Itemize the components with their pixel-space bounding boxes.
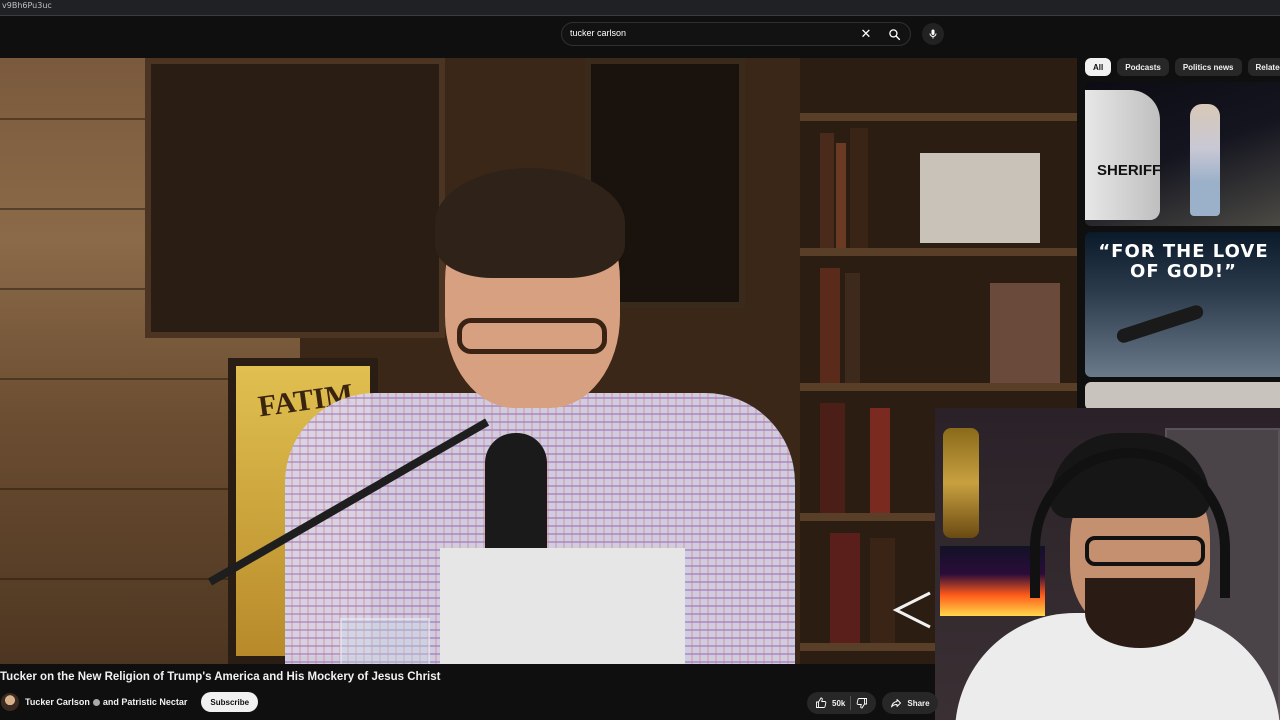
search-icon	[888, 28, 900, 40]
recommendation-thumbnail[interactable]	[1085, 382, 1280, 410]
microphone-icon	[929, 29, 937, 39]
thumbnail-text: “FOR THE LOVE OF GOD!”	[1098, 241, 1269, 282]
share-label: Share	[907, 698, 930, 708]
video-title: Tucker on the New Religion of Trump's Am…	[0, 671, 441, 683]
dislike-button[interactable]	[856, 697, 868, 709]
paper	[440, 548, 685, 664]
thumbnail-text: SHERIFF	[1097, 162, 1162, 179]
search-button[interactable]	[884, 26, 904, 42]
shelf	[800, 383, 1077, 391]
chevron-left-icon	[892, 591, 931, 629]
video-player[interactable]: FATIM	[0, 58, 1077, 664]
chip-related[interactable]: Related	[1247, 58, 1280, 76]
verified-icon	[92, 699, 100, 707]
chip-politics-news[interactable]: Politics news	[1174, 58, 1242, 76]
voice-search-button[interactable]	[922, 23, 944, 45]
avatar[interactable]	[1, 693, 19, 711]
thumbnail-figure	[1190, 104, 1220, 216]
collab-link[interactable]: and Patristic Nectar	[103, 697, 188, 707]
url-text[interactable]: v9Bh6Pu3uc	[2, 1, 52, 10]
like-button[interactable]: 50k	[815, 697, 845, 709]
webcam-overlay	[935, 408, 1280, 720]
share-button[interactable]: Share	[882, 692, 938, 714]
water-glass	[340, 618, 430, 664]
recommendation-thumbnail[interactable]: “FOR THE LOVE OF GOD!”	[1085, 232, 1280, 377]
like-dislike-group: 50k	[807, 692, 877, 714]
shelf	[800, 113, 1077, 121]
search-box: ✕	[561, 22, 911, 46]
subscribe-button[interactable]: Subscribe	[201, 692, 259, 712]
search-input[interactable]	[570, 28, 850, 38]
video-actions: 50k Share	[807, 692, 938, 714]
police-car	[1085, 90, 1160, 220]
shelf	[800, 248, 1077, 256]
divider	[850, 696, 852, 710]
recommendation-thumbnail[interactable]: SHERIFF	[1085, 82, 1280, 226]
thumbs-up-icon	[816, 697, 827, 708]
close-icon: ✕	[860, 26, 872, 41]
share-icon	[891, 699, 902, 708]
video-owner: Tucker Carlson and Patristic Nectar Subsc…	[0, 690, 259, 714]
clear-search-button[interactable]: ✕	[858, 26, 874, 42]
like-count: 50k	[832, 698, 846, 708]
channel-link[interactable]: Tucker Carlson	[25, 697, 90, 707]
browser-address-bar: v9Bh6Pu3uc	[0, 0, 1280, 16]
thumbs-down-icon	[857, 698, 868, 709]
chip-all[interactable]: All	[1085, 58, 1112, 76]
filter-chips: All Podcasts Politics news Related	[1085, 58, 1280, 78]
airplane	[1115, 303, 1205, 345]
masthead: ✕	[0, 16, 1280, 56]
chip-podcasts[interactable]: Podcasts	[1117, 58, 1169, 76]
channel-name[interactable]: Tucker Carlson and Patristic Nectar	[25, 697, 187, 707]
